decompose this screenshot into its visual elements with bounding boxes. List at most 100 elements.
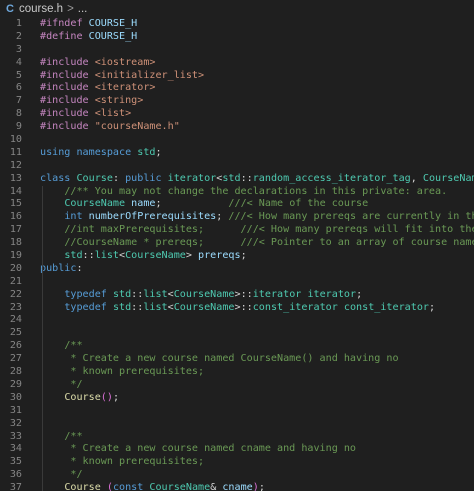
code-token: /**: [64, 430, 83, 442]
code-line[interactable]: 35 * known prerequisites;: [0, 456, 474, 470]
code-token: #include: [40, 108, 95, 120]
breadcrumb-more[interactable]: ...: [78, 3, 88, 15]
code-text: typedef std::list<CourseName>::const_ite…: [22, 302, 435, 315]
code-line[interactable]: 9 #include "courseName.h": [0, 121, 474, 134]
code-text: int numberOfPrerequisites; ///< How many…: [22, 211, 474, 224]
code-line[interactable]: 14 //** You may not change the declarati…: [0, 185, 474, 199]
code-text: */: [22, 379, 82, 392]
line-number: 6: [15, 82, 22, 94]
code-line[interactable]: 29 */: [0, 378, 474, 392]
code-token: ::: [240, 172, 253, 184]
code-line[interactable]: 1 #ifndef COURSE_H: [0, 18, 474, 31]
code-line[interactable]: 28 * known prerequisites;: [0, 366, 474, 379]
indent-guide: [42, 262, 43, 276]
code-token: ;: [356, 288, 363, 300]
code-line[interactable]: 33 /**: [0, 430, 474, 444]
line-number: 30: [9, 391, 22, 403]
breadcrumb[interactable]: C course.h > ...: [0, 0, 474, 18]
code-token: ,: [410, 172, 423, 184]
code-line[interactable]: 17 //int maxPrerequisites; ///< How many…: [0, 224, 474, 238]
indent-guide: [42, 430, 43, 444]
line-number: 5: [15, 69, 22, 81]
line-number: 20: [9, 262, 22, 274]
code-line[interactable]: 34 * Create a new course named cname and…: [0, 443, 474, 457]
line-number: 21: [9, 275, 22, 287]
code-text: typedef std::list<CourseName>::iterator …: [22, 289, 362, 302]
code-line[interactable]: 23 typedef std::list<CourseName>::const_…: [0, 301, 474, 315]
code-token: numberOfPrerequisites: [88, 211, 217, 223]
code-token: &: [210, 482, 223, 491]
code-token: COURSE_H: [88, 18, 138, 29]
code-text: #include <list>: [22, 108, 131, 121]
code-line[interactable]: 12: [0, 160, 474, 173]
indent-guide: [42, 456, 43, 470]
code-line[interactable]: 10: [0, 134, 474, 147]
code-token: #include: [40, 82, 95, 94]
code-line[interactable]: 11 using namespace std;: [0, 147, 474, 160]
code-line[interactable]: 21: [0, 275, 474, 289]
line-number: 4: [15, 56, 22, 68]
code-line[interactable]: 19 std::list<CourseName> prereqs;: [0, 250, 474, 263]
code-line[interactable]: 3: [0, 44, 474, 57]
code-token: ;: [112, 391, 120, 403]
code-token: #include: [40, 56, 95, 68]
code-line[interactable]: 15 CourseName name; ///< Name of the cou…: [0, 198, 474, 212]
indent-guide: [42, 469, 43, 483]
code-token: CourseName: [173, 288, 235, 300]
indent-guide: [42, 275, 43, 289]
code-editor[interactable]: 1 #ifndef COURSE_H 2 #define COURSE_H 3 4 #inc…: [0, 18, 474, 491]
code-line[interactable]: 26 /**: [0, 340, 474, 354]
indent-guide: [42, 327, 43, 341]
code-line[interactable]: 6 #include <iterator>: [0, 82, 474, 95]
code-token: CourseName: [173, 301, 235, 313]
code-text: #include <iostream>: [22, 57, 155, 70]
code-token: std: [222, 172, 241, 184]
line-number: 7: [15, 95, 22, 107]
code-line[interactable]: 24: [0, 314, 474, 328]
code-text: class Course: public iterator<std::rando…: [22, 173, 474, 186]
code-line[interactable]: 8 #include <list>: [0, 108, 474, 121]
code-line[interactable]: 32: [0, 417, 474, 431]
code-token: namespace: [76, 146, 138, 158]
indent-guide: [42, 224, 43, 238]
code-line[interactable]: 16 int numberOfPrerequisites; ///< How m…: [0, 211, 474, 225]
code-line[interactable]: 2 #define COURSE_H: [0, 31, 474, 44]
code-line[interactable]: 27 * Create a new course named CourseNam…: [0, 353, 474, 367]
code-line[interactable]: 37 Course (const CourseName& cname);: [0, 482, 474, 491]
code-text: #include "courseName.h": [22, 121, 180, 134]
code-token: Course: [64, 482, 107, 491]
code-token: std: [64, 250, 83, 262]
code-line[interactable]: 18 //CourseName * prereqs; ///< Pointer …: [0, 237, 474, 251]
code-line[interactable]: 30 Course();: [0, 391, 474, 405]
line-number: 34: [9, 443, 22, 455]
breadcrumb-file[interactable]: course.h: [19, 3, 63, 15]
indent-guide: [42, 198, 43, 212]
code-line[interactable]: 31: [0, 404, 474, 418]
code-token: class: [40, 172, 77, 184]
code-token: * Create a new course named cname and ha…: [64, 443, 357, 455]
code-token: CourseName: [64, 198, 132, 210]
code-token: list: [94, 250, 120, 262]
code-token: COURSE_H: [88, 30, 138, 42]
code-text: CourseName name; ///< Name of the course: [22, 198, 368, 211]
code-token: ::: [82, 250, 95, 262]
code-text: * Create a new course named CourseName()…: [22, 353, 398, 366]
code-line[interactable]: 36 */: [0, 469, 474, 483]
code-line[interactable]: 5 #include <initializer_list>: [0, 70, 474, 83]
code-line[interactable]: 20 public:: [0, 262, 474, 276]
code-line[interactable]: 22 typedef std::list<CourseName>::iterat…: [0, 288, 474, 302]
line-number: 11: [9, 146, 22, 158]
code-line[interactable]: 4 #include <iostream>: [0, 57, 474, 70]
code-line[interactable]: 13 class Course: public iterator<std::ran…: [0, 173, 474, 186]
code-line[interactable]: 25: [0, 327, 474, 341]
code-line[interactable]: 7 #include <string>: [0, 95, 474, 108]
line-number: 8: [15, 108, 22, 120]
code-token: std: [112, 301, 132, 313]
